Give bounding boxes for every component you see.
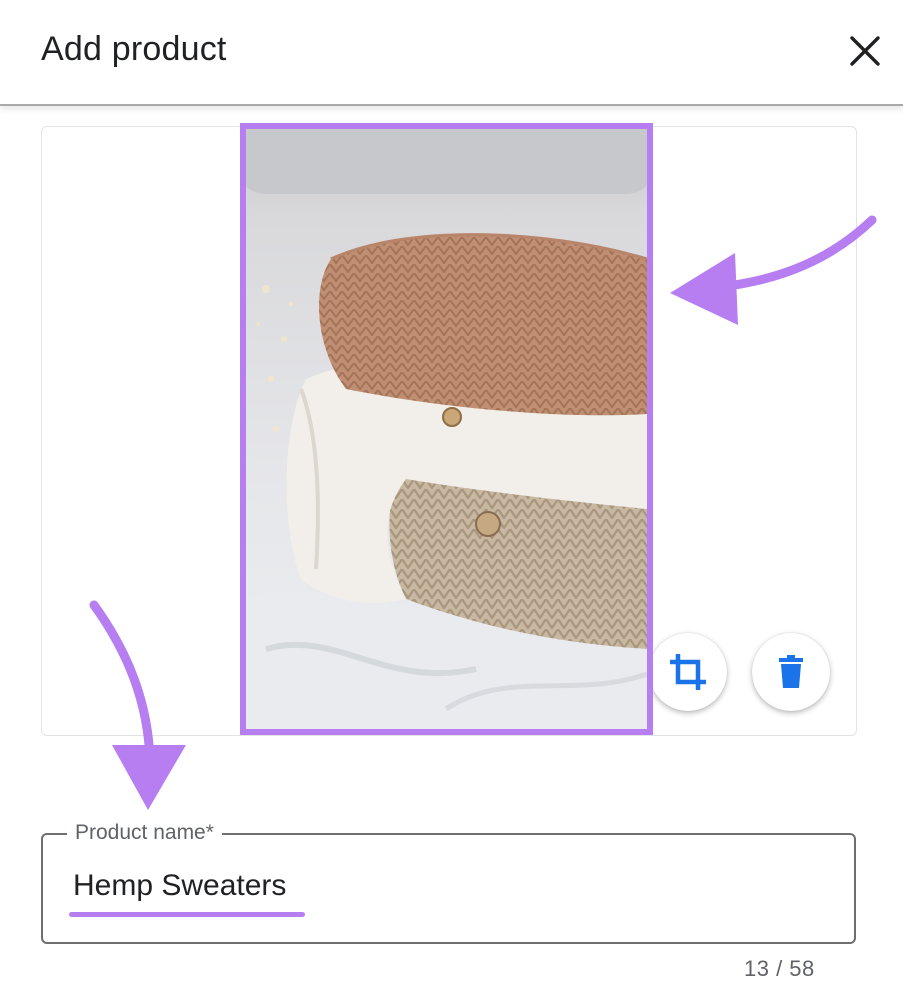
dialog-header: Add product xyxy=(0,0,903,106)
highlight-underline xyxy=(69,912,305,917)
delete-button[interactable] xyxy=(752,633,830,711)
product-photo xyxy=(246,129,647,729)
product-name-input[interactable] xyxy=(73,869,773,903)
product-name-label: Product name* xyxy=(67,820,222,846)
trash-icon xyxy=(779,655,803,688)
product-image[interactable] xyxy=(240,123,653,735)
close-button[interactable] xyxy=(843,29,887,73)
character-counter: 13 / 58 xyxy=(744,956,815,981)
crop-button[interactable] xyxy=(649,633,727,711)
close-icon xyxy=(850,36,880,66)
product-name-field[interactable]: Product name* xyxy=(41,820,856,944)
dialog-title: Add product xyxy=(41,30,227,68)
arrow-to-image xyxy=(670,215,877,325)
arrow-to-field xyxy=(89,600,186,810)
crop-icon xyxy=(670,654,706,690)
